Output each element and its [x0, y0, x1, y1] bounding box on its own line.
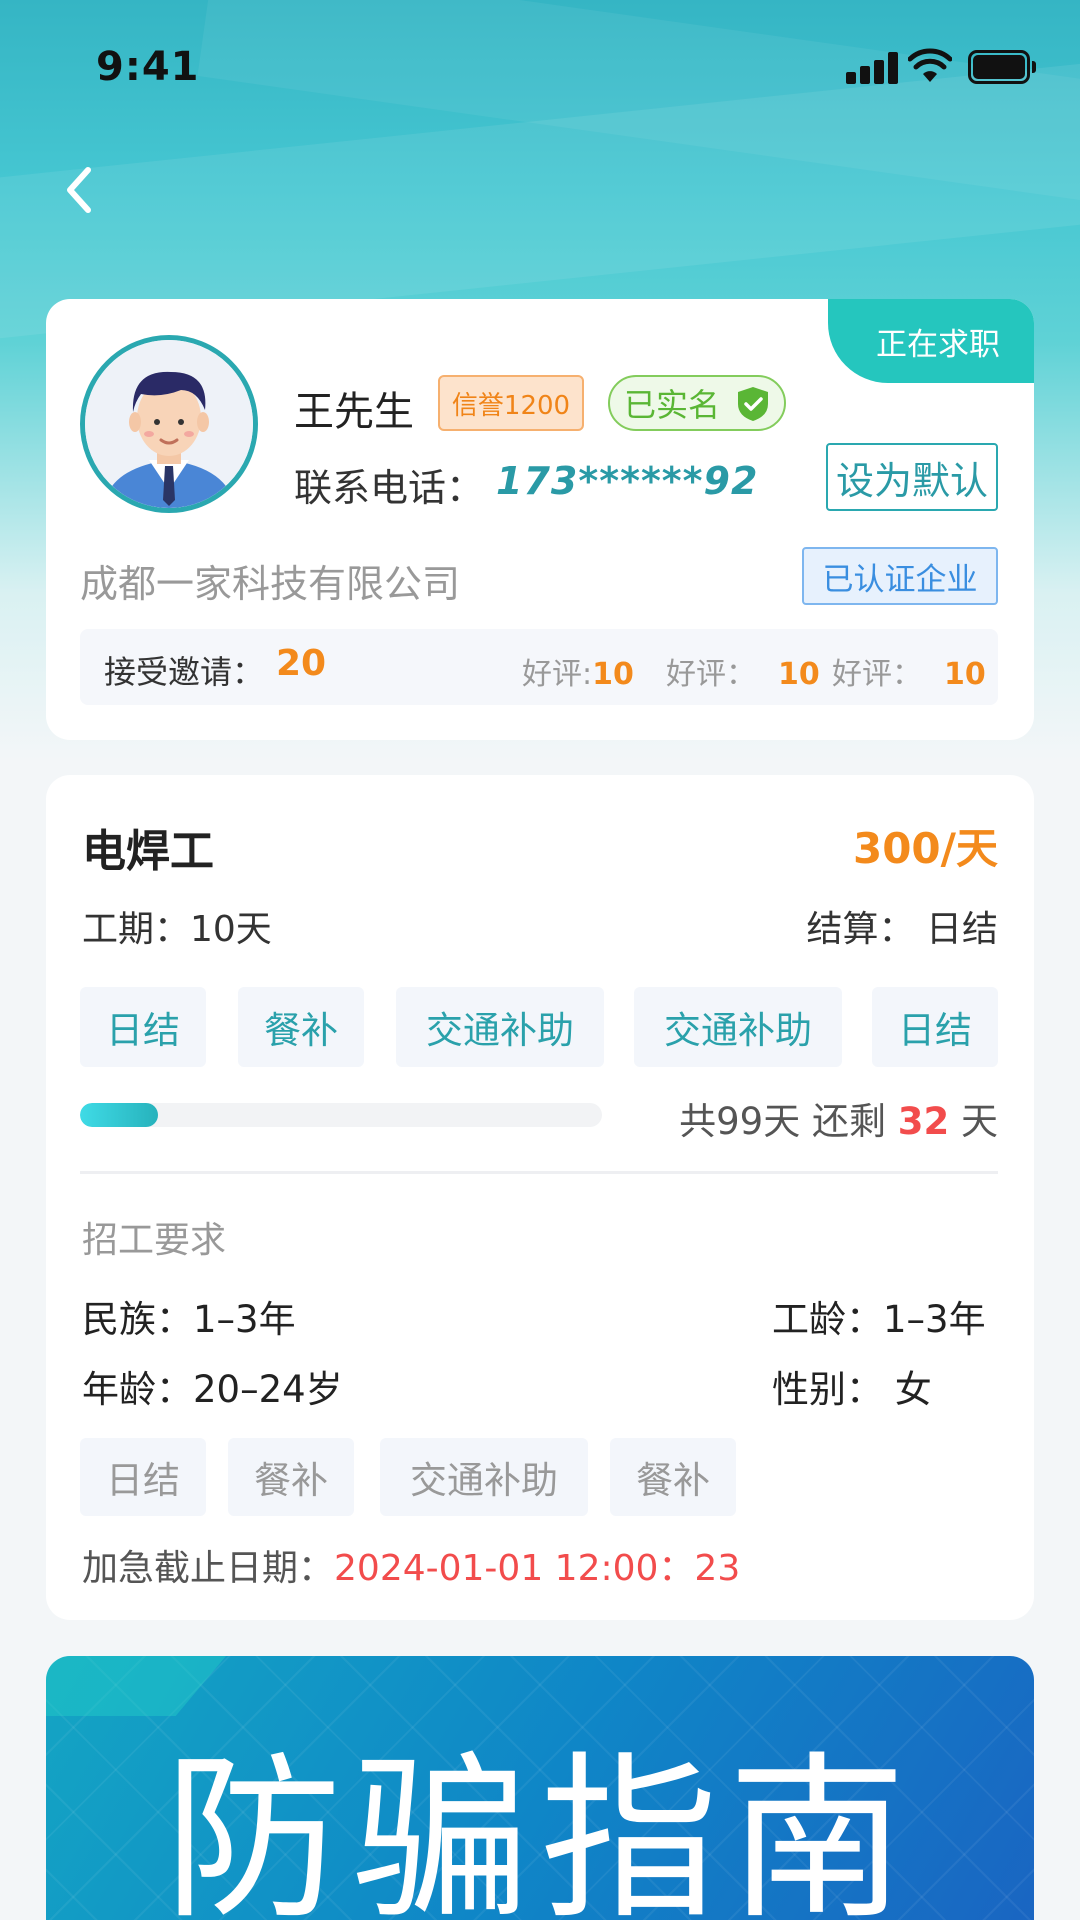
phone-number[interactable]: 173******92 — [496, 459, 758, 503]
requirement-tag: 餐补 — [228, 1438, 354, 1516]
benefit-tag: 日结 — [872, 987, 998, 1067]
benefit-tag: 日结 — [80, 987, 206, 1067]
review-stat: 好评:10 — [522, 657, 634, 692]
review-stat: 好评： 10 — [666, 657, 820, 692]
verified-label: 已实名 — [624, 386, 721, 424]
remaining-days: 32 — [897, 1100, 950, 1143]
job-title: 电焊工 — [82, 826, 214, 877]
job-salary: 300/天 — [852, 824, 998, 873]
certified-company-badge: 已认证企业 — [802, 547, 998, 605]
duration-remaining-text: 共99天 还剩 32 天 — [679, 1100, 998, 1143]
wifi-icon — [908, 48, 952, 82]
job-card: 电焊工 300/天 工期：10天 结算： 日结 日结 餐补 交通补助 交通补助 … — [46, 775, 1034, 1620]
requirement-seniority: 工龄：1–3年 — [772, 1298, 986, 1341]
company-name: 成都一家科技有限公司 — [80, 562, 461, 606]
deadline-value: 2024-01-01 12:00：23 — [334, 1548, 741, 1589]
avatar — [80, 335, 258, 513]
accept-invite-label: 接受邀请： — [104, 653, 265, 691]
set-default-button[interactable]: 设为默认 — [826, 443, 998, 511]
job-status-ribbon: 正在求职 — [828, 299, 1034, 383]
progress-fill — [80, 1103, 159, 1127]
phone-label: 联系电话： — [294, 466, 485, 510]
requirement-ethnicity: 民族：1–3年 — [82, 1298, 296, 1341]
shield-check-icon — [738, 387, 768, 421]
profile-card: 正在求职 王先生 信誉1200 已实名 联系电话： 173******92 设为… — [46, 299, 1034, 740]
benefit-tag: 交通补助 — [396, 987, 604, 1067]
real-name-verified-badge: 已实名 — [608, 375, 786, 431]
requirement-gender: 性别： 女 — [772, 1368, 932, 1411]
user-name: 王先生 — [294, 389, 414, 435]
stats-bar: 接受邀请： 20 好评:10 好评： 10 好评： 10 — [80, 629, 998, 705]
settlement-method: 结算： 日结 — [806, 909, 998, 950]
divider — [80, 1171, 998, 1174]
cellular-signal-icon — [846, 52, 898, 84]
requirements-title: 招工要求 — [82, 1220, 227, 1261]
battery-icon — [968, 50, 1036, 84]
work-period: 工期：10天 — [82, 909, 272, 950]
review-stat: 好评： 10 — [832, 657, 986, 692]
requirement-tag: 餐补 — [610, 1438, 736, 1516]
credit-badge: 信誉1200 — [438, 375, 584, 431]
duration-progress-bar — [80, 1103, 602, 1127]
back-arrow-icon[interactable] — [56, 160, 106, 220]
status-time: 9:41 — [96, 44, 200, 90]
benefit-tag: 交通补助 — [634, 987, 842, 1067]
benefit-tag: 餐补 — [238, 987, 364, 1067]
accept-invite-count: 20 — [276, 643, 327, 684]
requirement-age: 年龄：20–24岁 — [82, 1368, 343, 1411]
banner-title: 防骗指南 — [164, 1736, 916, 1920]
urgent-deadline: 加急截止日期：2024-01-01 12:00：23 — [82, 1548, 741, 1589]
status-bar: 9:41 — [0, 0, 1080, 130]
requirement-tag: 日结 — [80, 1438, 206, 1516]
anti-fraud-guide-banner[interactable]: 防骗指南 — [46, 1656, 1034, 1920]
requirement-tag: 交通补助 — [380, 1438, 588, 1516]
